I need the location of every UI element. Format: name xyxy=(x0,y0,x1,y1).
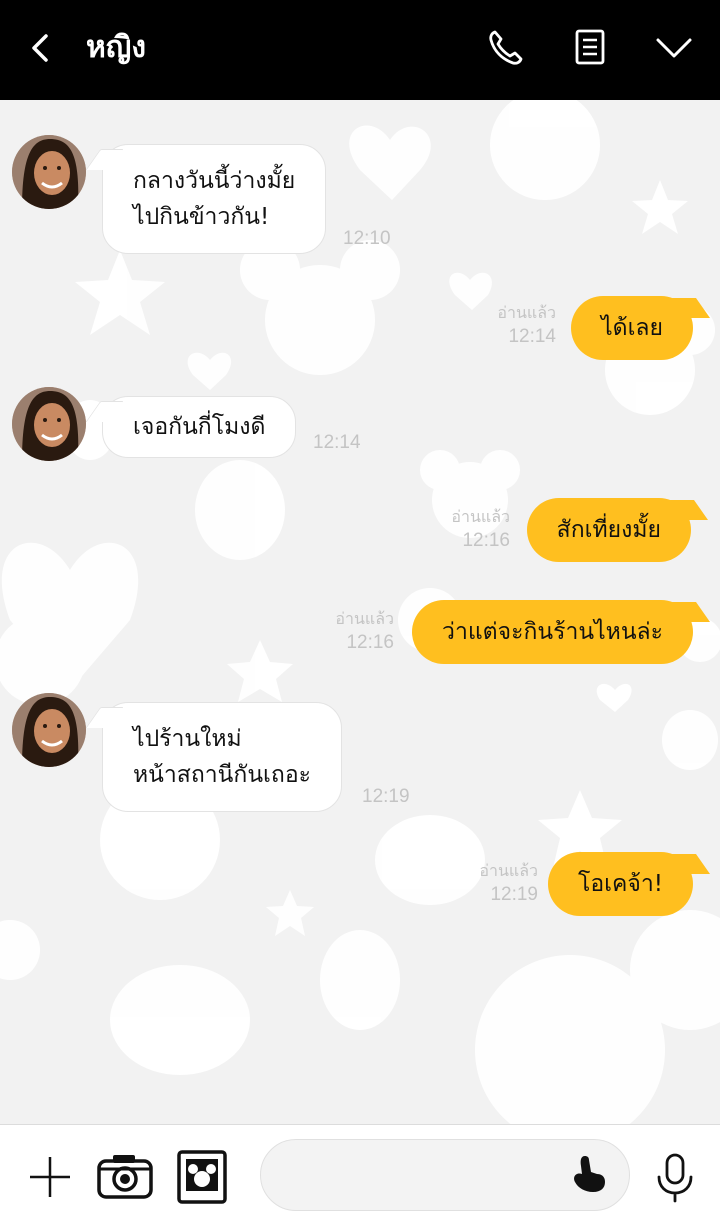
message-meta: อ่านแล้ว 12:16 xyxy=(335,610,394,656)
message-text: เจอกันกี่โมงดี xyxy=(133,414,266,440)
message-time: 12:16 xyxy=(462,530,510,551)
chat-title: หญิง xyxy=(86,30,146,65)
microphone-icon[interactable] xyxy=(645,1147,705,1207)
read-receipt: อ่านแล้ว xyxy=(335,611,394,628)
message-time: 12:16 xyxy=(346,632,394,653)
message-text: โอเคจ้า! xyxy=(577,871,663,897)
contact-avatar[interactable] xyxy=(12,693,86,767)
message-text: ไปกินข้าวกัน! xyxy=(133,204,270,230)
message-meta: อ่านแล้ว 12:16 xyxy=(451,508,510,554)
message-text: สักเที่ยงมั้ย xyxy=(556,517,661,543)
message-meta: อ่านแล้ว 12:14 xyxy=(497,304,556,350)
phone-icon[interactable] xyxy=(482,24,530,72)
message-text: ว่าแต่จะกินร้านไหนล่ะ xyxy=(442,619,663,645)
message-text: ไปร้านใหม่ xyxy=(133,726,242,752)
chat-area[interactable]: กลางวันนี้ว่างมั้ย ไปกินข้าวกัน! 12:10 อ… xyxy=(0,100,720,1124)
contact-avatar[interactable] xyxy=(12,135,86,209)
glove-sticker-icon[interactable] xyxy=(567,1152,613,1198)
notes-icon[interactable] xyxy=(566,24,614,72)
message-time: 12:14 xyxy=(313,432,361,453)
incoming-message-bubble[interactable]: เจอกันกี่โมงดี xyxy=(102,396,297,458)
outgoing-message-bubble[interactable]: โอเคจ้า! xyxy=(547,852,693,916)
read-receipt: อ่านแล้ว xyxy=(479,863,538,880)
message-meta: อ่านแล้ว 12:19 xyxy=(479,862,538,908)
contact-avatar[interactable] xyxy=(12,387,86,461)
chat-header: หญิง xyxy=(0,0,720,100)
message-input-wrapper xyxy=(260,1139,630,1211)
outgoing-message-bubble[interactable]: สักเที่ยงมั้ย xyxy=(526,498,691,562)
message-text: กลางวันนี้ว่างมั้ย xyxy=(133,168,296,194)
read-receipt: อ่านแล้ว xyxy=(451,509,510,526)
message-text: ได้เลย xyxy=(601,315,663,341)
composer-bar xyxy=(0,1124,720,1227)
camera-icon[interactable] xyxy=(95,1147,155,1207)
message-time: 12:19 xyxy=(362,786,410,807)
outgoing-message-bubble[interactable]: ว่าแต่จะกินร้านไหนล่ะ xyxy=(412,600,693,664)
chevron-down-icon[interactable] xyxy=(650,24,698,72)
message-time: 12:10 xyxy=(343,228,391,249)
outgoing-message-bubble[interactable]: ได้เลย xyxy=(571,296,693,360)
message-time: 12:19 xyxy=(490,884,538,905)
incoming-message-bubble[interactable]: ไปร้านใหม่ หน้าสถานีกันเถอะ xyxy=(102,702,343,812)
read-receipt: อ่านแล้ว xyxy=(497,305,556,322)
message-time: 12:14 xyxy=(508,326,556,347)
chevron-left-icon[interactable] xyxy=(22,26,62,70)
message-text: หน้าสถานีกันเถอะ xyxy=(133,762,312,788)
photo-icon[interactable] xyxy=(172,1147,232,1207)
plus-icon[interactable] xyxy=(20,1147,80,1207)
message-input[interactable] xyxy=(285,1140,575,1210)
incoming-message-bubble[interactable]: กลางวันนี้ว่างมั้ย ไปกินข้าวกัน! xyxy=(102,144,327,254)
